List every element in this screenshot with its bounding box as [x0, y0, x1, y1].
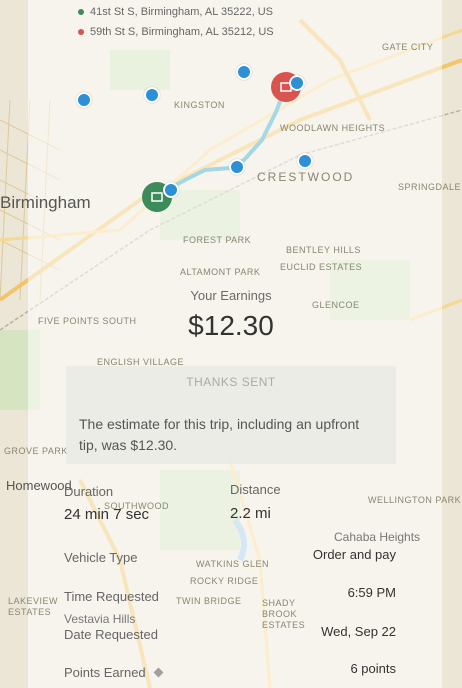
map-label-euclid-estates: EUCLID ESTATES — [280, 262, 363, 272]
tip-title: THANKS SENT — [186, 375, 276, 389]
time-requested-value: 6:59 PM — [347, 585, 396, 600]
earnings-amount: $12.30 — [188, 310, 274, 341]
time-requested-label: Time Requested — [64, 589, 159, 604]
duration-value: 24 min 7 sec — [64, 506, 150, 523]
map-label-bentley-hills: BENTLEY HILLS — [286, 245, 361, 255]
dropoff-dot-icon — [78, 29, 84, 35]
map-label-wellington-park: WELLINGTON PARK — [368, 495, 462, 505]
map-label-lakeview-estates: LAKEVIEW ESTATES — [8, 596, 59, 617]
map-label-altamont-park: ALTAMONT PARK — [180, 267, 261, 277]
waypoint-pin-icon[interactable] — [229, 159, 245, 175]
pickup-address-text: 41st St S, Birmingham, AL 35222, US — [90, 6, 274, 18]
map-label-crestwood: CRESTWOOD — [257, 170, 355, 184]
pickup-address: 41st St S, Birmingham, AL 35222, US — [78, 6, 273, 18]
waypoint-pin-icon[interactable] — [163, 182, 179, 198]
map-label-vestavia-hills: Vestavia Hills — [64, 612, 136, 626]
dropoff-address-text: 59th St S, Birmingham, AL 35212, US — [90, 26, 274, 38]
vehicle-type-value: Order and pay — [312, 547, 396, 562]
diamond-icon — [153, 667, 164, 678]
dropoff-address: 59th St S, Birmingham, AL 35212, US — [78, 26, 274, 38]
waypoint-pin-icon[interactable] — [144, 87, 160, 103]
duration-label: Duration — [64, 484, 114, 499]
waypoint-pin-icon[interactable] — [289, 75, 305, 91]
pickup-dot-icon — [78, 9, 84, 15]
map-label-springdale: SPRINGDALE — [398, 182, 462, 192]
map-label-gate-city: GATE CITY — [382, 42, 434, 52]
map-label-rocky-ridge: ROCKY RIDGE — [190, 576, 259, 586]
map-label-homewood: Homewood — [6, 478, 72, 493]
earnings-label: Your Earnings — [190, 288, 272, 303]
map-label-twin-bridge: TWIN BRIDGE — [176, 596, 242, 606]
tip-message: The estimate for this trip, including an… — [79, 416, 360, 453]
map-label-grove-park: GROVE PARK — [4, 446, 68, 456]
points-earned-value: 6 points — [350, 661, 396, 676]
map-label-birmingham: Birmingham — [0, 193, 91, 212]
waypoint-pin-icon[interactable] — [236, 64, 252, 80]
vehicle-type-label: Vehicle Type — [64, 550, 138, 565]
map-label-forest-park: FOREST PARK — [183, 235, 252, 245]
distance-label: Distance — [230, 482, 281, 497]
map-label-kingston: KINGSTON — [174, 100, 225, 110]
map-label-woodlawn-heights: WOODLAWN HEIGHTS — [280, 123, 386, 133]
points-earned-label: Points Earned — [64, 665, 146, 680]
date-requested-value: Wed, Sep 22 — [321, 624, 396, 639]
date-requested-label: Date Requested — [64, 627, 158, 642]
map-label-watkins-glen: WATKINS GLEN — [196, 559, 270, 569]
points-earned: Points Earned — [64, 665, 164, 680]
waypoint-pin-icon[interactable] — [76, 92, 92, 108]
map-label-cahaba-heights: Cahaba Heights — [334, 530, 421, 544]
distance-value: 2.2 mi — [230, 505, 271, 522]
waypoint-pin-icon[interactable] — [297, 153, 313, 169]
